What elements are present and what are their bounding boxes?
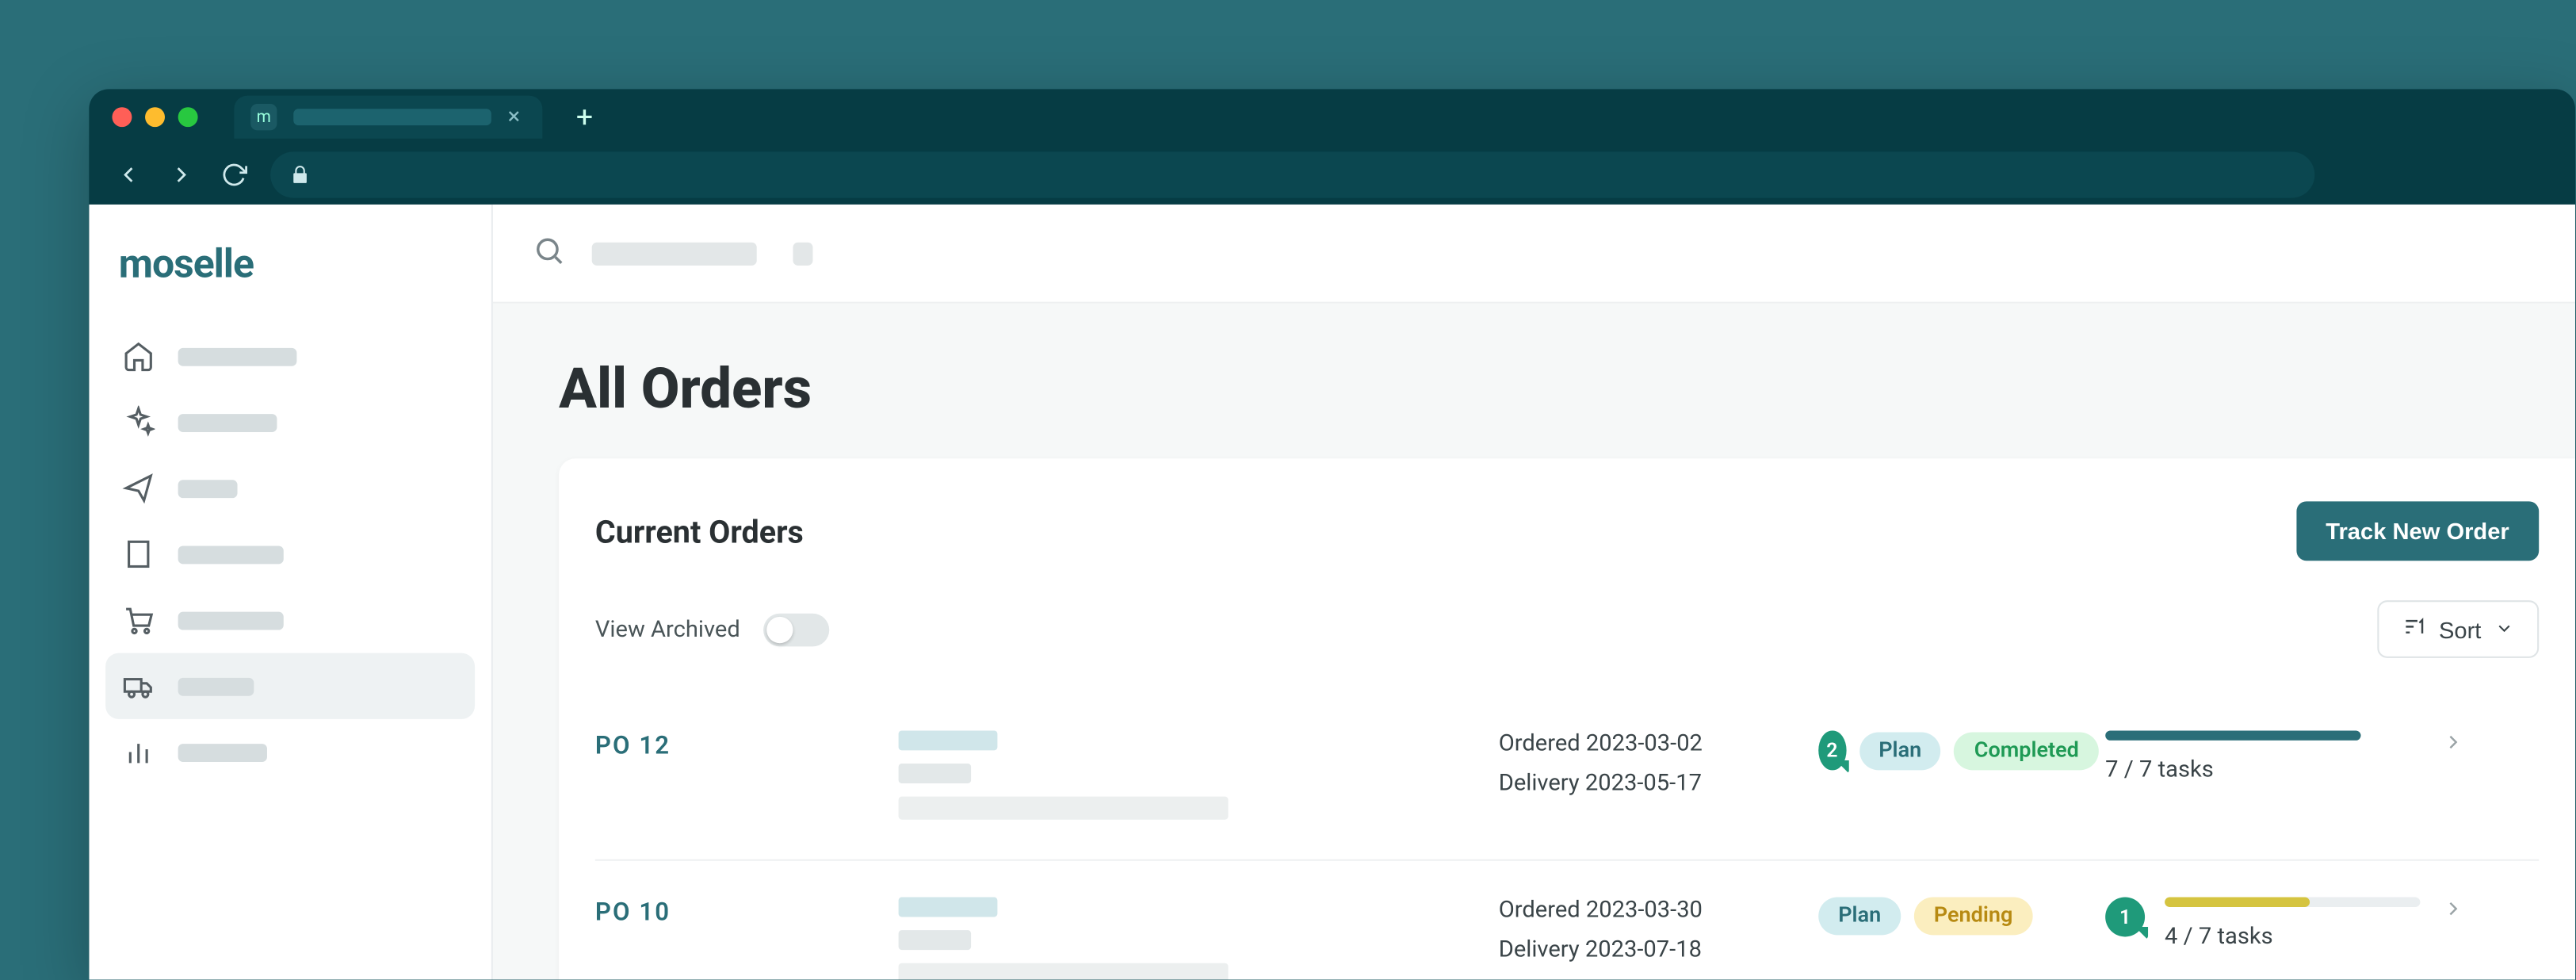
progress-cell: 1 4 / 7 tasks	[2105, 898, 2435, 951]
home-icon	[122, 339, 155, 373]
sidebar-item-label	[178, 611, 284, 630]
view-archived-group: View Archived	[595, 613, 829, 646]
app-root: moselle All Orders	[89, 205, 2575, 980]
chart-icon	[122, 736, 155, 769]
tasks-label: 7 / 7 tasks	[2105, 757, 2435, 783]
chevron-right-icon[interactable]	[2441, 730, 2481, 753]
comment-count-badge: 2	[1818, 730, 1845, 770]
titlebar: m × +	[89, 89, 2575, 145]
search-placeholder	[592, 242, 757, 265]
chips-cell: Plan Pending	[1818, 898, 2099, 936]
sidebar-item-label	[178, 743, 267, 761]
search-bar	[493, 205, 2575, 304]
new-tab-button[interactable]: +	[576, 100, 593, 135]
sidebar-item-label	[178, 545, 284, 563]
sort-icon	[2402, 615, 2425, 643]
sort-button[interactable]: Sort	[2378, 600, 2539, 658]
sparkle-icon	[122, 406, 155, 439]
reload-button[interactable]	[218, 159, 251, 192]
address-bar[interactable]	[270, 151, 2314, 197]
sidebar-item-label	[178, 413, 277, 431]
product-placeholder	[899, 898, 1492, 980]
delivery-date: Delivery 2023-05-17	[1499, 770, 1812, 796]
truck-icon	[122, 669, 155, 702]
order-row[interactable]: PO 12 Ordered 2023-03-02 Delivery 2023-05-…	[595, 695, 2539, 861]
comment-count-badge: 1	[2105, 898, 2145, 937]
status-chip-plan: Plan	[1818, 898, 1901, 936]
chevron-right-icon[interactable]	[2441, 898, 2481, 921]
dates-cell: Ordered 2023-03-30 Delivery 2023-07-18	[1499, 898, 1812, 963]
tab-close-button[interactable]: ×	[508, 104, 521, 130]
browser-window: m × +	[89, 89, 2575, 979]
chevron-down-icon	[2494, 616, 2514, 642]
po-number: PO 10	[595, 898, 892, 927]
minimize-window-button[interactable]	[145, 107, 165, 127]
sidebar-item-label	[178, 479, 238, 497]
product-placeholder	[899, 730, 1492, 819]
app-logo: moselle	[105, 234, 475, 313]
ordered-date: Ordered 2023-03-02	[1499, 730, 1812, 756]
sidebar-item-truck[interactable]	[105, 653, 475, 719]
status-chip-completed: Completed	[1955, 731, 2099, 769]
status-chip-plan: Plan	[1859, 731, 1941, 769]
sidebar-item-cart[interactable]	[105, 587, 475, 653]
sidebar-item-sparkle[interactable]	[105, 389, 475, 455]
maximize-window-button[interactable]	[178, 107, 198, 127]
browser-tab[interactable]: m ×	[234, 96, 543, 139]
sort-label: Sort	[2439, 616, 2481, 642]
sidebar-item-home[interactable]	[105, 323, 475, 389]
progress-bar	[2105, 730, 2360, 740]
chips-cell: 2 Plan Completed	[1818, 730, 2099, 770]
browser-toolbar	[89, 145, 2575, 205]
tab-favicon: m	[250, 104, 277, 130]
status-chip-pending: Pending	[1914, 898, 2033, 936]
sidebar-item-building[interactable]	[105, 521, 475, 587]
search-placeholder-short	[793, 242, 812, 265]
back-button[interactable]	[112, 159, 145, 192]
track-new-order-button[interactable]: Track New Order	[2296, 501, 2539, 561]
close-window-button[interactable]	[112, 107, 132, 127]
sidebar-item-label	[178, 347, 297, 366]
view-archived-label: View Archived	[595, 616, 740, 642]
order-row[interactable]: PO 10 Ordered 2023-03-30 Delivery 2023-07-…	[595, 861, 2539, 980]
cart-icon	[122, 603, 155, 637]
view-archived-toggle[interactable]	[763, 613, 829, 646]
tasks-label: 4 / 7 tasks	[2165, 924, 2420, 950]
delivery-date: Delivery 2023-07-18	[1499, 936, 1812, 963]
content: All Orders Current Orders Track New Orde…	[493, 304, 2575, 980]
page-title: All Orders	[493, 356, 2575, 458]
main: All Orders Current Orders Track New Orde…	[493, 205, 2575, 980]
progress-bar	[2165, 898, 2420, 907]
forward-button[interactable]	[165, 159, 198, 192]
tab-title-placeholder	[293, 109, 491, 125]
sidebar-item-analytics[interactable]	[105, 719, 475, 785]
progress-cell: 7 / 7 tasks	[2105, 730, 2435, 783]
card-title: Current Orders	[595, 512, 804, 550]
ordered-date: Ordered 2023-03-30	[1499, 898, 1812, 924]
sidebar-item-label	[178, 677, 254, 695]
send-icon	[122, 472, 155, 505]
window-controls	[112, 107, 197, 127]
building-icon	[122, 538, 155, 571]
po-number: PO 12	[595, 730, 892, 760]
orders-card: Current Orders Track New Order View Arch…	[559, 458, 2575, 979]
sidebar: moselle	[89, 205, 493, 980]
lock-icon	[290, 159, 310, 191]
dates-cell: Ordered 2023-03-02 Delivery 2023-05-17	[1499, 730, 1812, 796]
sidebar-item-send[interactable]	[105, 455, 475, 521]
search-icon[interactable]	[533, 233, 566, 273]
